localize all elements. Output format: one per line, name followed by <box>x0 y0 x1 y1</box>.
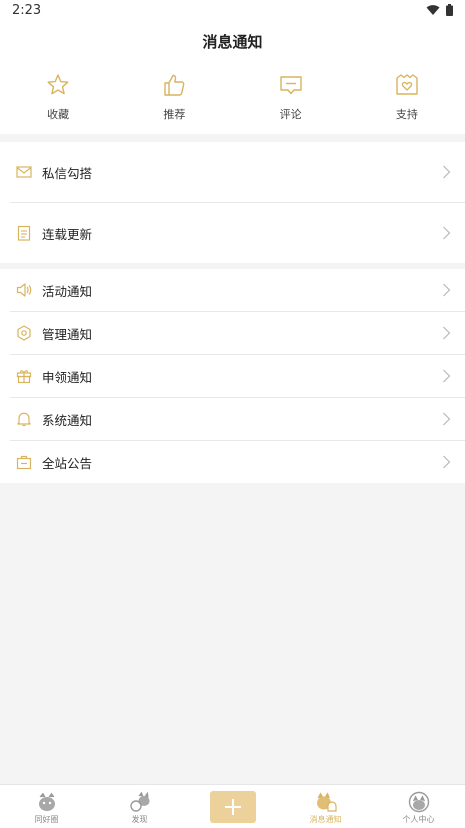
thumbs-up-icon <box>164 74 185 96</box>
quick-action-label: 评论 <box>279 108 302 121</box>
chevron-right-icon <box>443 326 451 340</box>
tab-label: 同好圈 <box>34 815 59 824</box>
quick-actions: 收藏 推荐 评论 支持 <box>0 72 465 128</box>
briefcase-icon <box>16 455 32 470</box>
row-label: 全站公告 <box>42 455 93 471</box>
tab-label: 消息通知 <box>309 815 342 824</box>
tab-create[interactable] <box>186 785 279 828</box>
document-icon <box>17 225 31 241</box>
message-section-2: 活动通知 管理通知 申领通知 系统通知 全站公告 <box>0 269 465 483</box>
plus-icon <box>224 799 241 815</box>
add-button[interactable] <box>209 791 256 823</box>
chevron-right-icon <box>443 283 451 297</box>
row-label: 系统通知 <box>42 412 93 428</box>
row-admin-notices[interactable]: 管理通知 <box>0 312 465 354</box>
quick-action-recommend[interactable]: 推荐 <box>116 72 232 128</box>
tab-notifications[interactable]: 消息通知 <box>279 785 372 828</box>
row-label: 私信勾搭 <box>42 165 93 181</box>
cat-profile-icon <box>408 791 429 813</box>
quick-action-favorites[interactable]: 收藏 <box>0 72 116 128</box>
row-label: 申领通知 <box>42 369 93 385</box>
bell-icon <box>17 412 31 427</box>
speaker-icon <box>16 283 32 297</box>
star-icon <box>47 74 69 95</box>
row-label: 管理通知 <box>42 326 93 342</box>
chevron-right-icon <box>443 412 451 426</box>
quick-action-comments[interactable]: 评论 <box>233 72 349 128</box>
chevron-right-icon <box>443 226 451 240</box>
row-label: 活动通知 <box>42 283 93 299</box>
tab-label: 个人中心 <box>402 815 435 824</box>
status-icons <box>426 4 453 16</box>
quick-action-label: 收藏 <box>47 108 70 121</box>
row-label: 连载更新 <box>42 226 93 242</box>
tab-discover[interactable]: 发现 <box>93 785 186 828</box>
comment-icon <box>279 76 302 95</box>
row-activity-notices[interactable]: 活动通知 <box>0 269 465 311</box>
bottom-tab-bar: 同好圈 发现 消息通知 个人中心 <box>0 784 465 828</box>
cat-bell-icon <box>316 792 337 812</box>
header: 消息通知 收藏 推荐 评论 支持 <box>0 22 465 134</box>
status-time: 2:23 <box>12 3 42 18</box>
quick-action-label: 支持 <box>395 108 418 121</box>
battery-icon <box>446 4 453 16</box>
quick-action-label: 推荐 <box>163 108 186 121</box>
row-site-announcements[interactable]: 全站公告 <box>0 441 465 483</box>
status-bar: 2:23 <box>0 0 465 22</box>
row-claim-notices[interactable]: 申领通知 <box>0 355 465 397</box>
cat-explore-icon <box>129 791 149 812</box>
wifi-icon <box>426 5 440 15</box>
row-private-messages[interactable]: 私信勾搭 <box>0 142 465 202</box>
row-system-notices[interactable]: 系统通知 <box>0 398 465 440</box>
message-section-1: 私信勾搭 连载更新 <box>0 142 465 263</box>
chevron-right-icon <box>443 455 451 469</box>
cat-circle-icon <box>38 792 55 811</box>
tab-label: 发现 <box>131 815 148 824</box>
chevron-right-icon <box>443 165 451 179</box>
row-serial-updates[interactable]: 连载更新 <box>0 203 465 263</box>
heart-bag-icon <box>396 74 418 95</box>
chevron-right-icon <box>443 369 451 383</box>
page-title: 消息通知 <box>202 33 263 51</box>
quick-action-support[interactable]: 支持 <box>349 72 465 128</box>
tab-profile[interactable]: 个人中心 <box>372 785 465 828</box>
gift-icon <box>16 370 32 384</box>
hexagon-icon <box>17 325 31 341</box>
mail-icon <box>16 166 32 178</box>
tab-community[interactable]: 同好圈 <box>0 785 93 828</box>
